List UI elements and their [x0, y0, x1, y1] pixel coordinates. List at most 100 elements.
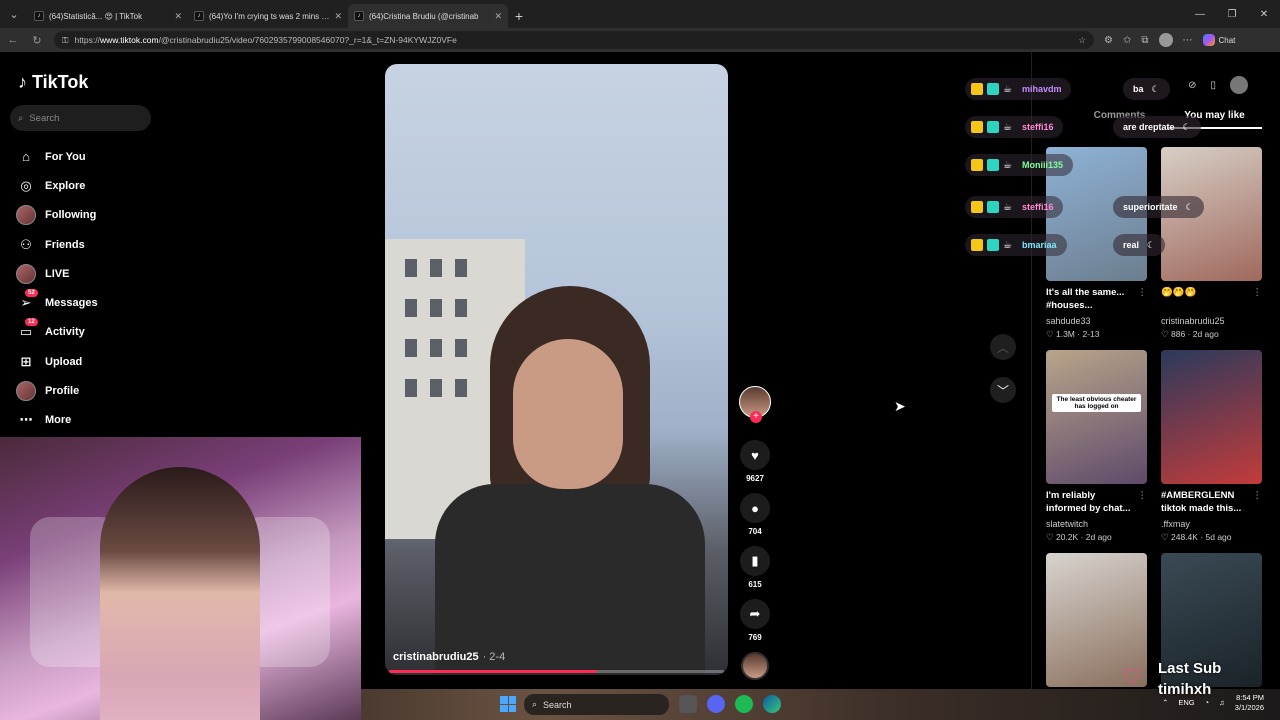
- sidebar-item-label: Profile: [45, 385, 80, 398]
- sidebar-item-messages[interactable]: ➢ 52 Messages: [16, 288, 98, 317]
- card-more-icon[interactable]: ⋮: [1253, 287, 1263, 300]
- card-author[interactable]: .ffxmay: [1161, 519, 1262, 529]
- compass-small-icon[interactable]: ⊘: [1188, 80, 1196, 91]
- new-tab-button[interactable]: +: [508, 4, 530, 28]
- video-card[interactable]: The least obvious cheater has logged on I…: [1046, 350, 1147, 543]
- copilot-button[interactable]: Chat: [1202, 34, 1235, 46]
- refresh-icon[interactable]: ↻: [30, 34, 44, 47]
- card-more-icon[interactable]: ⋮: [1138, 287, 1148, 300]
- sidebar-item-activity[interactable]: ▭ 12 Activity: [16, 318, 98, 347]
- creator-avatar[interactable]: +: [739, 386, 771, 423]
- person-body: [435, 484, 705, 675]
- close-window-icon[interactable]: ✕: [1248, 9, 1280, 20]
- chat-badge-icon: [987, 201, 999, 213]
- card-author[interactable]: slatetwitch: [1046, 519, 1147, 529]
- copilot-icon: [1202, 34, 1215, 46]
- save-count: 615: [748, 580, 762, 589]
- browser-profile-avatar[interactable]: [1158, 33, 1173, 47]
- follow-plus-icon[interactable]: +: [750, 411, 762, 423]
- music-disc-icon[interactable]: [741, 652, 769, 680]
- card-likes: 886: [1170, 329, 1186, 339]
- collections-icon[interactable]: ⧉: [1141, 35, 1148, 46]
- edge-icon[interactable]: [763, 695, 781, 713]
- card-title[interactable]: 🤭🤭🤭 ⋮: [1161, 287, 1262, 315]
- chat-username: Moniii135: [1021, 160, 1063, 170]
- chat-user-row: ☕ steffi16: [965, 196, 1064, 218]
- heart-icon[interactable]: ♥: [740, 440, 770, 470]
- card-more-icon[interactable]: ⋮: [1138, 490, 1148, 503]
- sidebar-item-friends[interactable]: ⚇ Friends: [16, 230, 98, 259]
- discord-icon[interactable]: [707, 695, 725, 713]
- windows-start-icon[interactable]: [500, 696, 516, 712]
- sidebar-item-profile[interactable]: Profile: [16, 376, 98, 405]
- card-meta: ♡ 20.2K · 2d ago: [1046, 532, 1112, 542]
- chat-message: superioritate ☾: [1113, 196, 1204, 218]
- browser-tab-active[interactable]: ♪ (64)Cristina Brudiu (@cristinab ✕: [348, 4, 508, 28]
- last-sub-label: Last Sub: [1158, 660, 1222, 677]
- card-meta: ♡ 1.3M · 2-13: [1046, 329, 1100, 339]
- sidebar-item-following[interactable]: Following: [16, 201, 98, 230]
- video-actions: + ♥ 9627 ● 704 ▮ 615 ➦ 769: [737, 386, 773, 680]
- video-thumbnail[interactable]: [1161, 350, 1262, 484]
- user-profile-avatar[interactable]: [1230, 76, 1248, 94]
- card-title[interactable]: It's all the same... #houses... ⋮: [1046, 287, 1147, 315]
- tiktok-logo[interactable]: ♪ TikTok: [18, 72, 88, 93]
- video-progress-bar[interactable]: [389, 670, 724, 673]
- sidebar-item-more[interactable]: ⋯ More: [16, 406, 98, 435]
- phone-icon[interactable]: ▯: [1210, 80, 1216, 91]
- video-card[interactable]: 🤭🤭🤭 ⋮ cristinabrudiu25 ♡ 886 · 2d ago: [1161, 147, 1262, 340]
- file-explorer-icon[interactable]: [679, 695, 697, 713]
- share-icon[interactable]: ➦: [740, 599, 770, 629]
- restore-icon[interactable]: ❐: [1216, 9, 1248, 20]
- chat-badge-icon: [971, 159, 983, 171]
- sidebar-item-live[interactable]: LIVE: [16, 259, 98, 288]
- card-more-icon[interactable]: ⋮: [1253, 490, 1263, 503]
- spotify-icon[interactable]: [735, 695, 753, 713]
- save-action[interactable]: ▮ 615: [740, 546, 770, 589]
- bookmark-star-icon[interactable]: ☆: [1078, 35, 1086, 46]
- sidebar-item-upload[interactable]: ⊞ Upload: [16, 347, 98, 376]
- sidebar-item-for-you[interactable]: ⌂ For You: [16, 142, 98, 171]
- chat-message-text: are dreptate: [1123, 122, 1175, 132]
- close-tab-icon[interactable]: ✕: [494, 11, 502, 22]
- comment-icon[interactable]: ●: [740, 493, 770, 523]
- bookmark-icon[interactable]: ▮: [740, 546, 770, 576]
- address-bar[interactable]: ⚿ https://www.tiktok.com/@cristinabrudiu…: [54, 31, 1094, 49]
- back-icon[interactable]: ←: [6, 34, 20, 46]
- card-author[interactable]: cristinabrudiu25: [1161, 316, 1262, 326]
- site-info-icon[interactable]: ⚿: [62, 35, 68, 46]
- taskbar-search-label: Search: [543, 699, 572, 710]
- video-player[interactable]: cristinabrudiu25 · 2-4: [385, 64, 728, 675]
- previous-video-button[interactable]: ︿: [990, 334, 1016, 360]
- share-action[interactable]: ➦ 769: [740, 599, 770, 642]
- minimize-icon[interactable]: —: [1184, 9, 1216, 20]
- clock[interactable]: 8:54 PM 3/1/2026: [1235, 693, 1264, 713]
- card-title[interactable]: #AMBERGLENN tiktok made this... ⋮: [1161, 490, 1262, 518]
- taskbar-search[interactable]: ⌕ Search: [524, 694, 669, 715]
- close-tab-icon[interactable]: ✕: [334, 11, 342, 22]
- comment-action[interactable]: ● 704: [740, 493, 770, 536]
- card-title[interactable]: I'm reliably informed by chat... ⋮: [1046, 490, 1147, 518]
- heart-outline-icon: ♡: [1046, 532, 1056, 542]
- next-video-button[interactable]: ﹀: [990, 377, 1016, 403]
- browser-menu-icon[interactable]: ⋯: [1183, 35, 1193, 46]
- tab-actions-menu-icon[interactable]: ⌄: [0, 0, 28, 28]
- browser-tab[interactable]: ♪ (64)Statistică... 😍 | TikTok ✕: [28, 4, 188, 28]
- video-thumbnail[interactable]: The least obvious cheater has logged on: [1046, 350, 1147, 484]
- video-progress-fill: [389, 670, 597, 673]
- favorites-icon[interactable]: ✩: [1123, 35, 1131, 46]
- video-card[interactable]: #AMBERGLENN tiktok made this... ⋮ .ffxmay ♡…: [1161, 350, 1262, 543]
- extensions-icon[interactable]: ⚙: [1104, 35, 1113, 46]
- card-date: 2d ago: [1085, 532, 1112, 542]
- chevron-up-icon: ︿: [996, 340, 1009, 355]
- video-author[interactable]: cristinabrudiu25: [393, 651, 479, 663]
- card-author[interactable]: sahdude33: [1046, 316, 1147, 326]
- sidebar-item-explore[interactable]: ◎ Explore: [16, 171, 98, 200]
- tiktok-favicon-icon: ♪: [34, 11, 44, 21]
- like-action[interactable]: ♥ 9627: [740, 440, 770, 483]
- chat-badge-icon: [971, 83, 983, 95]
- search-input[interactable]: ⌕ Search: [10, 105, 151, 131]
- activity-badge: 12: [25, 318, 38, 327]
- close-tab-icon[interactable]: ✕: [174, 11, 182, 22]
- browser-tab[interactable]: ♪ (64)Yo I'm crying ts was 2 mins aw ✕: [188, 4, 348, 28]
